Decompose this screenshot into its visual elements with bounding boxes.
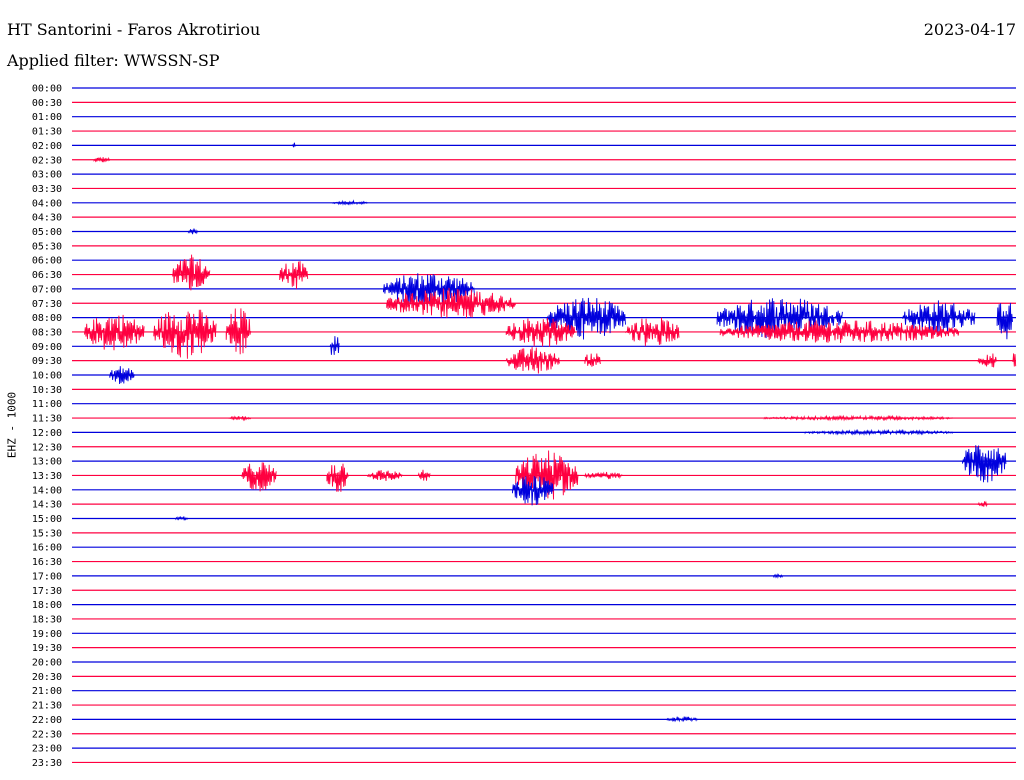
seismic-burst [505, 347, 560, 374]
seismic-burst [763, 414, 953, 422]
row-label: 03:00 [32, 170, 62, 181]
row-label: 06:30 [32, 270, 62, 281]
row-label: 20:30 [32, 672, 62, 683]
row-label: 08:00 [32, 313, 62, 324]
seismic-burst [225, 308, 252, 355]
row-label: 18:30 [32, 614, 62, 625]
row-label: 11:00 [32, 399, 62, 410]
seismic-burst [187, 227, 198, 235]
row-label: 05:00 [32, 227, 62, 238]
row-label: 21:00 [32, 686, 62, 697]
seismic-burst [175, 515, 189, 521]
row-label: 12:30 [32, 442, 62, 453]
seismic-burst [326, 463, 350, 492]
row-label: 17:00 [32, 571, 62, 582]
row-label: 15:30 [32, 528, 62, 539]
seismic-burst [977, 500, 988, 508]
seismic-burst [996, 302, 1013, 340]
row-label: 05:30 [32, 241, 62, 252]
row-label: 07:00 [32, 284, 62, 295]
row-label: 09:30 [32, 356, 62, 367]
seismic-burst [773, 573, 784, 579]
seismic-burst [241, 462, 277, 492]
row-label: 21:30 [32, 701, 62, 712]
row-label: 02:00 [32, 141, 62, 152]
row-label: 00:00 [32, 84, 62, 95]
row-label: 15:00 [32, 514, 62, 525]
row-label: 18:00 [32, 600, 62, 611]
row-label: 20:00 [32, 658, 62, 669]
seismic-burst [291, 142, 296, 148]
row-label: 06:00 [32, 256, 62, 267]
helicorder-plot: 00:00 00:30 01:00 01:30 02:00 02:30 03:00 03:30… [32, 84, 1017, 769]
row-label: 14:30 [32, 500, 62, 511]
seismic-burst [625, 317, 680, 347]
row-label: 19:00 [32, 629, 62, 640]
seismic-burst [279, 261, 309, 289]
row-label: 04:30 [32, 213, 62, 224]
seismic-burst [977, 353, 997, 368]
row-label: 01:00 [32, 112, 62, 123]
seismic-burst [93, 156, 110, 163]
seismic-burst [329, 336, 340, 355]
seismic-burst [109, 366, 135, 385]
seismic-burst [804, 428, 954, 436]
row-label: 04:00 [32, 198, 62, 209]
row-label: 22:30 [32, 729, 62, 740]
row-label: 01:30 [32, 127, 62, 138]
row-label: 10:00 [32, 371, 62, 382]
row-label: 23:00 [32, 744, 62, 755]
row-label: 13:00 [32, 457, 62, 468]
row-label: 02:30 [32, 155, 62, 166]
row-label: 14:00 [32, 485, 62, 496]
row-label: 10:30 [32, 385, 62, 396]
seismic-burst [584, 353, 601, 367]
seismic-burst [84, 314, 145, 351]
row-label: 07:30 [32, 299, 62, 310]
row-label: 13:30 [32, 471, 62, 482]
row-label: 23:30 [32, 758, 62, 769]
row-label: 16:30 [32, 557, 62, 568]
seismic-burst [1012, 353, 1017, 367]
seismic-burst [962, 445, 1007, 483]
seismic-burst [902, 300, 976, 335]
row-label: 22:00 [32, 715, 62, 726]
seismic-burst [367, 470, 403, 482]
row-label: 00:30 [32, 98, 62, 109]
row-label: 16:00 [32, 543, 62, 554]
row-label: 11:30 [32, 414, 62, 425]
row-label: 12:00 [32, 428, 62, 439]
row-label: 08:30 [32, 327, 62, 338]
row-label: 09:00 [32, 342, 62, 353]
row-label: 19:30 [32, 643, 62, 654]
seismic-burst [228, 415, 252, 422]
seismic-burst [332, 199, 368, 206]
row-label: 17:30 [32, 586, 62, 597]
seismic-burst [417, 469, 431, 481]
row-label: 03:30 [32, 184, 62, 195]
